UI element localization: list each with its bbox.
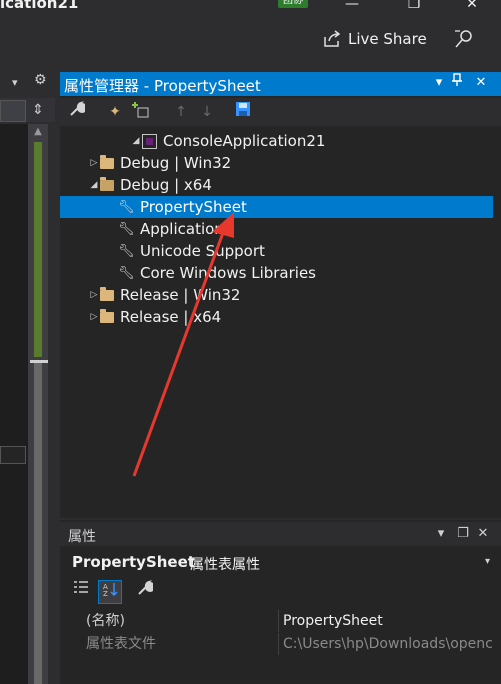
object-name: PropertySheet xyxy=(72,553,195,571)
panel-options-icon[interactable]: ▾ xyxy=(432,524,450,544)
add-existing-property-sheet-icon[interactable] xyxy=(130,101,152,123)
pin-icon[interactable] xyxy=(448,73,466,93)
tree-item-release-x64[interactable]: ▷ Release | x64 xyxy=(60,306,493,328)
scrollbar-change-marker xyxy=(34,142,42,357)
folder-icon xyxy=(100,154,114,169)
categorized-icon[interactable] xyxy=(70,580,92,602)
svg-text:Z: Z xyxy=(103,590,108,597)
collapsed-arrow-icon[interactable]: ▷ xyxy=(88,312,100,322)
tree-item-debug-x64[interactable]: ◢ Debug | x64 xyxy=(60,174,493,196)
maximize-button[interactable]: ❐ xyxy=(400,0,428,12)
tree-item-core-windows-libraries[interactable]: 🔧︎ Core Windows Libraries xyxy=(60,262,493,284)
gear-icon[interactable]: ⚙ xyxy=(34,72,47,88)
properties-title: 属性 xyxy=(68,529,96,545)
scrollbar-position-marker xyxy=(30,360,48,363)
minimize-button[interactable]: — xyxy=(338,0,366,12)
live-share-label: Live Share xyxy=(348,30,427,48)
tree-item-propertysheet[interactable]: 🔧︎ PropertySheet xyxy=(60,196,493,218)
property-label: (名称) xyxy=(82,610,279,632)
collapsed-arrow-icon[interactable]: ▷ xyxy=(88,290,100,300)
tree-item-label: PropertySheet xyxy=(140,198,247,216)
tree-item-application[interactable]: 🔧︎ Application xyxy=(60,218,493,240)
property-manager-toolbar xyxy=(60,98,501,126)
tree-item-label: Release | x64 xyxy=(120,308,222,326)
property-manager-title: 属性管理器 - PropertySheet xyxy=(64,77,261,95)
tree-item-label: Core Windows Libraries xyxy=(140,264,316,282)
tree-item-release-win32[interactable]: ▷ Release | Win32 xyxy=(60,284,493,306)
property-label: 属性表文件 xyxy=(82,633,279,655)
collapsed-arrow-icon[interactable]: ▷ xyxy=(88,158,100,168)
tree-root[interactable]: ◢ ConsoleApplication21 xyxy=(120,130,501,152)
wrench-icon: 🔧︎ xyxy=(118,199,135,215)
property-row-file[interactable]: 属性表文件 C:\Users\hp\Downloads\openc xyxy=(82,633,501,655)
folder-icon xyxy=(100,286,114,301)
scrollbar-thumb[interactable] xyxy=(34,360,42,684)
maximize-icon[interactable]: ❐ xyxy=(454,524,472,544)
chevron-down-icon[interactable]: ▾ xyxy=(485,556,490,567)
close-icon[interactable]: ✕ xyxy=(474,524,492,544)
wrench-icon[interactable] xyxy=(66,101,88,123)
left-combo-box[interactable] xyxy=(0,100,26,122)
wrench-icon: 🔧︎ xyxy=(118,221,135,237)
tree-item-label: Application xyxy=(140,220,224,238)
share-icon xyxy=(324,30,341,47)
expanded-arrow-icon[interactable]: ◢ xyxy=(130,136,142,146)
tree-root-label: ConsoleApplication21 xyxy=(163,132,326,150)
chevron-down-icon[interactable]: ▾ xyxy=(12,76,18,89)
property-value[interactable]: PropertySheet xyxy=(279,610,383,632)
scroll-up-icon[interactable]: ▲ xyxy=(28,124,48,140)
tree-item-label: Debug | Win32 xyxy=(120,154,232,172)
properties-toolbar xyxy=(60,578,501,606)
wrench-icon: 🔧︎ xyxy=(118,243,135,259)
object-type: 属性表属性 xyxy=(190,557,260,573)
property-pages-icon[interactable] xyxy=(134,580,156,602)
folder-icon xyxy=(100,308,114,323)
tree-item-label: Release | Win32 xyxy=(120,286,241,304)
close-button[interactable]: ✕ xyxy=(458,0,486,12)
panel-options-icon[interactable]: ▾ xyxy=(430,73,448,93)
save-icon[interactable] xyxy=(232,101,254,123)
live-share-button[interactable]: Live Share xyxy=(322,28,427,50)
title-badge: 团协 xyxy=(278,0,308,8)
property-row-name[interactable]: (名称) PropertySheet xyxy=(82,610,501,632)
property-value[interactable]: C:\Users\hp\Downloads\openc xyxy=(279,633,493,655)
expanded-arrow-icon[interactable]: ◢ xyxy=(88,180,100,190)
left-text-field[interactable] xyxy=(0,446,26,464)
window-title: ication21 xyxy=(0,0,79,12)
wrench-icon: 🔧︎ xyxy=(118,265,135,281)
tree-item-label: Debug | x64 xyxy=(120,176,212,194)
sync-icon[interactable]: ⇕ xyxy=(28,100,48,120)
left-content-area xyxy=(0,124,28,684)
move-up-icon[interactable]: ↑ xyxy=(170,101,192,123)
tree-item-unicode-support[interactable]: 🔧︎ Unicode Support xyxy=(60,240,493,262)
move-down-icon[interactable]: ↓ xyxy=(196,101,218,123)
folder-open-icon xyxy=(100,176,114,191)
close-icon[interactable]: ✕ xyxy=(472,73,490,93)
project-icon xyxy=(142,133,157,149)
tree-item-label: Unicode Support xyxy=(140,242,265,260)
add-new-property-sheet-icon[interactable]: ✦ xyxy=(104,101,126,123)
feedback-icon[interactable] xyxy=(452,28,476,50)
alphabetical-icon[interactable]: AZ xyxy=(98,580,122,604)
tree-item-debug-win32[interactable]: ▷ Debug | Win32 xyxy=(60,152,493,174)
